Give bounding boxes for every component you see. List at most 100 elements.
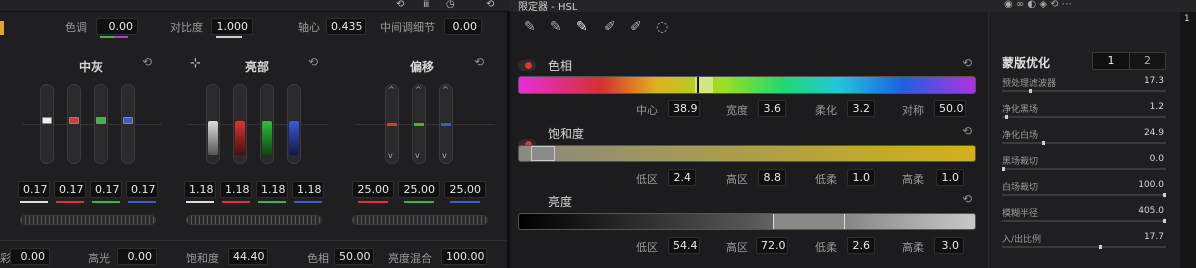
gamma-r-field[interactable]: 0.17 <box>54 181 86 198</box>
lum-reset-icon[interactable]: ⟲ <box>962 192 972 206</box>
invert-icon[interactable]: ◌ <box>656 19 668 35</box>
contrast-field[interactable]: 1.000 <box>211 18 253 35</box>
hue-enable-toggle[interactable] <box>518 60 536 71</box>
slider-knob[interactable] <box>96 117 106 124</box>
gamma-slider-red[interactable] <box>67 84 81 164</box>
gain-master-jog[interactable] <box>186 215 322 225</box>
sat-reset-icon[interactable]: ⟲ <box>962 124 972 138</box>
pivot-field[interactable]: 0.435 <box>326 18 366 35</box>
gain-slider-white[interactable] <box>206 84 220 164</box>
hue-range-bar[interactable] <box>518 76 976 94</box>
offset-master-jog[interactable] <box>352 215 488 225</box>
slider-knob[interactable] <box>441 123 451 126</box>
gain-slider-blue[interactable] <box>287 84 301 164</box>
gamma-y-field[interactable]: 0.17 <box>18 181 50 198</box>
feather-plus-icon[interactable]: ✐ <box>630 19 642 35</box>
hue-width-field[interactable]: 3.6 <box>758 100 786 117</box>
gain-b-field[interactable]: 1.18 <box>292 181 324 198</box>
offset-slider-red[interactable]: ^ v <box>385 84 399 164</box>
gain-r-field[interactable]: 1.18 <box>220 181 252 198</box>
slider-knob[interactable] <box>42 117 52 124</box>
hue-center-field[interactable]: 38.9 <box>668 100 700 117</box>
mask-row-slider-knob[interactable] <box>1029 89 1032 93</box>
mask-row-value[interactable]: 100.0 <box>1114 180 1164 190</box>
slider-knob[interactable] <box>414 123 424 126</box>
reset-all-icon[interactable]: ⟲ <box>486 0 494 10</box>
offset-slider-green[interactable]: ^ v <box>412 84 426 164</box>
hue-center-marker[interactable] <box>697 77 699 93</box>
picker-plus-icon[interactable]: ✎ <box>576 19 588 35</box>
gain-slider-red[interactable] <box>233 84 247 164</box>
hue-sym-field[interactable]: 50.0 <box>934 100 966 117</box>
gain-slider-green[interactable] <box>260 84 274 164</box>
mask-row-slider[interactable] <box>1002 115 1166 119</box>
mode-icon[interactable]: ◉ ∞ ◐ ◈ ⟲ ⋯ <box>1004 0 1072 10</box>
mask-row-slider-knob[interactable] <box>1163 219 1166 223</box>
gamma-slider-green[interactable] <box>94 84 108 164</box>
hue-rotate-field[interactable]: 50.00 <box>334 248 374 265</box>
gain-y-field[interactable]: 1.18 <box>184 181 216 198</box>
reset-gamma-icon[interactable]: ⟲ <box>142 55 152 69</box>
mask-tab-1[interactable]: 1 <box>1093 53 1129 69</box>
lum-range-bar[interactable] <box>518 213 976 230</box>
saturation-field[interactable]: 44.40 <box>228 248 268 265</box>
lum-highsoft-field[interactable]: 3.0 <box>934 237 964 254</box>
sat-range-bar[interactable] <box>518 145 976 162</box>
gamma-slider-white[interactable] <box>40 84 54 164</box>
offset-slider-blue[interactable]: ^ v <box>439 84 453 164</box>
gain-g-field[interactable]: 1.18 <box>256 181 288 198</box>
mask-row-slider[interactable] <box>1002 219 1166 223</box>
offset-b-field[interactable]: 25.00 <box>444 181 486 198</box>
hue-field[interactable]: 0.00 <box>96 18 138 35</box>
mask-tab-2[interactable]: 2 <box>1129 53 1165 69</box>
mask-row-slider-knob[interactable] <box>1042 141 1045 145</box>
sat-highsoft-field[interactable]: 1.0 <box>936 169 964 186</box>
lum-mix-field[interactable]: 100.00 <box>441 248 487 265</box>
mask-row-slider[interactable] <box>1002 89 1166 93</box>
curves-icon[interactable]: ◷ <box>446 0 455 10</box>
sat-low-field[interactable]: 2.4 <box>668 169 696 186</box>
mask-row-slider-knob[interactable] <box>1099 245 1102 249</box>
history-icon[interactable]: ⟲ <box>396 0 404 10</box>
gamma-g-field[interactable]: 0.17 <box>90 181 122 198</box>
slider-knob[interactable] <box>69 117 79 124</box>
gamma-slider-blue[interactable] <box>121 84 135 164</box>
mask-row-value[interactable]: 24.9 <box>1114 128 1164 138</box>
mask-row-value[interactable]: 17.3 <box>1114 76 1164 86</box>
reset-offset-icon[interactable]: ⟲ <box>474 55 484 69</box>
gamma-b-field[interactable]: 0.17 <box>126 181 158 198</box>
hue-reset-icon[interactable]: ⟲ <box>962 56 972 70</box>
mid-detail-field[interactable]: 0.00 <box>444 18 482 35</box>
gamma-master-jog[interactable] <box>20 215 156 225</box>
picker-icon[interactable]: ✎ <box>524 19 536 35</box>
sat-lowsoft-field[interactable]: 1.0 <box>847 169 875 186</box>
bars-icon[interactable]: ⅲ <box>423 0 429 10</box>
mask-row-slider[interactable] <box>1002 167 1166 171</box>
mask-row-slider-knob[interactable] <box>1163 193 1166 197</box>
reset-gain-icon[interactable]: ⟲ <box>308 55 318 69</box>
mask-row-value[interactable]: 405.0 <box>1114 206 1164 216</box>
mask-row-slider[interactable] <box>1002 141 1166 145</box>
sat-high-field[interactable]: 8.8 <box>758 169 786 186</box>
mask-row-value[interactable]: 17.7 <box>1114 232 1164 242</box>
lum-selection[interactable] <box>773 214 845 229</box>
offset-r-field[interactable]: 25.00 <box>352 181 394 198</box>
highlight-field[interactable]: 0.00 <box>117 248 157 265</box>
shadow-field[interactable]: 0.00 <box>10 248 50 265</box>
offset-g-field[interactable]: 25.00 <box>398 181 440 198</box>
slider-knob[interactable] <box>387 123 397 126</box>
lum-low-field[interactable]: 54.4 <box>668 237 700 254</box>
mask-row-slider-knob[interactable] <box>1005 115 1008 119</box>
mask-row-slider-knob[interactable] <box>1002 167 1005 171</box>
mask-row-slider[interactable] <box>1002 245 1166 249</box>
crosshair-icon[interactable]: ⊹ <box>190 56 201 71</box>
picker-minus-icon[interactable]: ✎ <box>550 19 562 35</box>
slider-knob[interactable] <box>123 117 133 124</box>
feather-minus-icon[interactable]: ✐ <box>604 19 616 35</box>
mask-row-value[interactable]: 0.0 <box>1114 154 1164 164</box>
mask-row-value[interactable]: 1.2 <box>1114 102 1164 112</box>
hue-soft-field[interactable]: 3.2 <box>847 100 875 117</box>
lum-high-field[interactable]: 72.0 <box>756 237 788 254</box>
lum-lowsoft-field[interactable]: 2.6 <box>847 237 875 254</box>
mask-row-slider[interactable] <box>1002 193 1166 197</box>
